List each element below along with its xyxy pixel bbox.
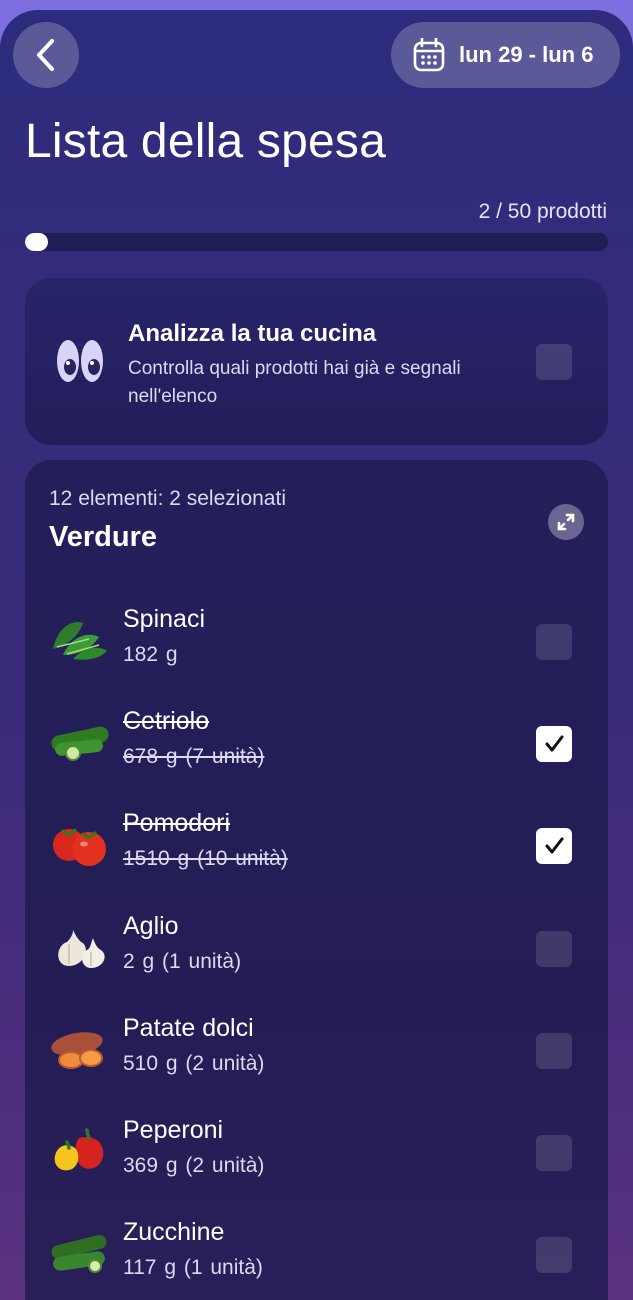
item-quantity: 2 g (1 unità) — [123, 950, 242, 973]
item-quantity: 117 g (1 unità) — [123, 1256, 263, 1279]
checkmark-icon — [545, 735, 564, 752]
item-name: Spinaci — [123, 605, 205, 633]
item-quantity: 369 g (2 unità) — [123, 1154, 265, 1177]
category-card-verdure: 12 elementi: 2 selezionati Verdure Spina… — [25, 460, 608, 1300]
sweet-potato-icon — [51, 1032, 103, 1069]
item-quantity: 182 g — [123, 643, 178, 666]
progress-bar — [25, 233, 608, 251]
back-button[interactable] — [13, 22, 79, 88]
zucchini-icon — [51, 1234, 107, 1273]
item-name: Pomodori — [123, 809, 230, 837]
checkmark-icon — [545, 837, 564, 854]
top-bar: lun 29 - lun 6 — [0, 10, 633, 110]
tomato-icon — [53, 828, 106, 866]
chevron-left-icon — [37, 39, 54, 71]
item-name: Peperoni — [123, 1116, 224, 1144]
category-selection-count: 12 elementi: 2 selezionati — [49, 487, 286, 510]
expand-icon — [557, 513, 575, 531]
list-item[interactable]: Cetriolo 678 g (7 unità) — [25, 699, 608, 799]
item-name: Zucchine — [123, 1218, 225, 1246]
calendar-icon — [413, 38, 445, 72]
progress-label: 2 / 50 prodotti — [478, 200, 607, 223]
item-checkbox[interactable] — [536, 726, 572, 762]
analyze-kitchen-card[interactable]: Analizza la tua cucina Controlla quali p… — [25, 278, 608, 445]
date-range-button[interactable]: lun 29 - lun 6 — [391, 22, 620, 88]
item-quantity: 510 g (2 unità) — [123, 1052, 265, 1075]
item-checkbox[interactable] — [536, 624, 572, 660]
shopping-list-screen: lun 29 - lun 6 Lista della spesa 2 / 50 … — [0, 10, 633, 1300]
progress-bar-fill — [25, 233, 49, 251]
list-item[interactable]: Spinaci 182 g — [25, 597, 608, 697]
analyze-kitchen-description: Controlla quali prodotti hai già e segna… — [128, 358, 461, 407]
item-checkbox[interactable] — [536, 1033, 572, 1069]
list-item[interactable]: Peperoni 369 g (2 unità) — [25, 1108, 608, 1208]
item-name: Cetriolo — [123, 707, 210, 735]
pepper-icon — [54, 1128, 104, 1171]
item-checkbox[interactable] — [536, 1135, 572, 1171]
list-item[interactable]: Pomodori 1510 g (10 unità) — [25, 801, 608, 901]
item-checkbox[interactable] — [536, 828, 572, 864]
item-checkbox[interactable] — [536, 931, 572, 967]
item-name: Patate dolci — [123, 1014, 254, 1042]
list-item[interactable]: Zucchine 117 g (1 unità) — [25, 1210, 608, 1300]
cucumber-icon — [51, 726, 109, 761]
garlic-icon — [58, 930, 105, 968]
analyze-kitchen-checkbox[interactable] — [536, 344, 572, 380]
item-quantity: 1510 g (10 unità) — [123, 847, 288, 870]
spinach-icon — [53, 622, 107, 660]
expand-button[interactable] — [548, 504, 584, 540]
list-item[interactable]: Patate dolci 510 g (2 unità) — [25, 1006, 608, 1106]
eyes-icon — [57, 340, 103, 382]
list-item[interactable]: Aglio 2 g (1 unità) — [25, 904, 608, 1004]
category-title: Verdure — [49, 521, 157, 553]
date-range-label: lun 29 - lun 6 — [459, 42, 594, 67]
item-checkbox[interactable] — [536, 1237, 572, 1273]
item-quantity: 678 g (7 unità) — [123, 745, 265, 768]
item-name: Aglio — [123, 912, 179, 940]
analyze-kitchen-title: Analizza la tua cucina — [128, 320, 377, 347]
page-title: Lista della spesa — [25, 115, 386, 168]
